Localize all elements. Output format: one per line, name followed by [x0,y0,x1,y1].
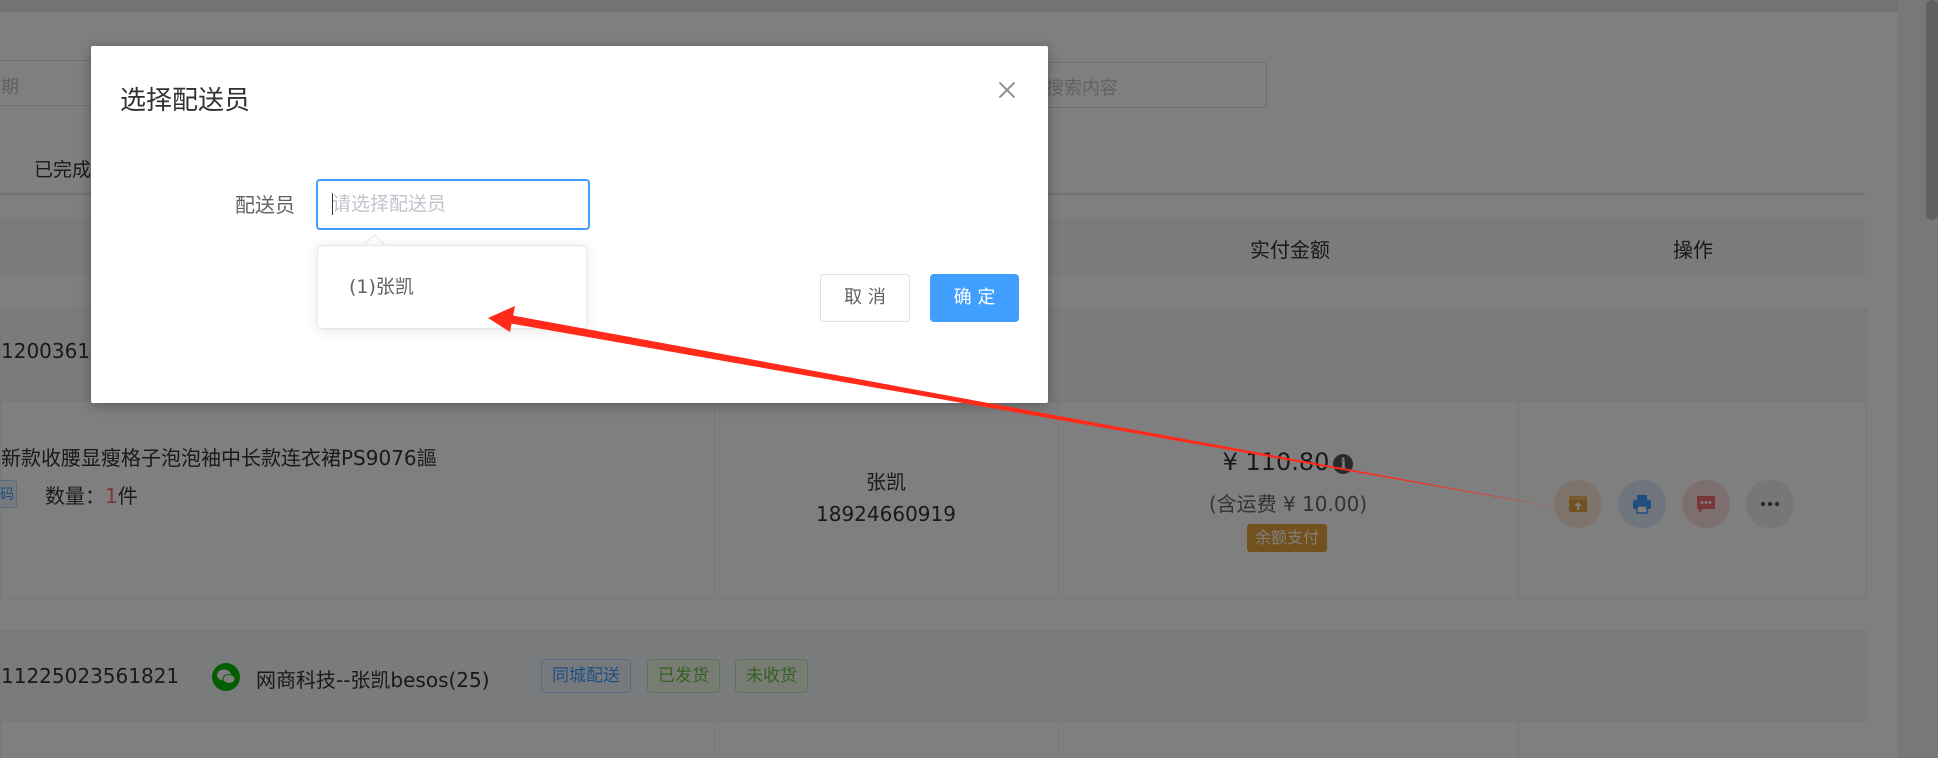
courier-select[interactable] [316,179,590,230]
close-icon[interactable] [993,76,1021,104]
text-cursor [332,193,333,215]
cancel-button[interactable]: 取 消 [820,274,910,322]
dropdown-option[interactable]: (1)张凯 [318,264,586,304]
courier-select-input[interactable] [330,190,574,218]
page: 期 搜索内容 已完成 实付金额 操作 12003617 新款收腰显瘦格子泡泡袖中… [0,0,1938,758]
confirm-button[interactable]: 确 定 [930,274,1019,322]
courier-field-label: 配送员 [235,193,295,217]
courier-dropdown: (1)张凯 [317,245,587,329]
dropdown-option-label: (1)张凯 [349,276,414,298]
dialog-title: 选择配送员 [120,86,251,116]
select-courier-dialog: 选择配送员 配送员 取 消 确 定 [91,46,1048,403]
